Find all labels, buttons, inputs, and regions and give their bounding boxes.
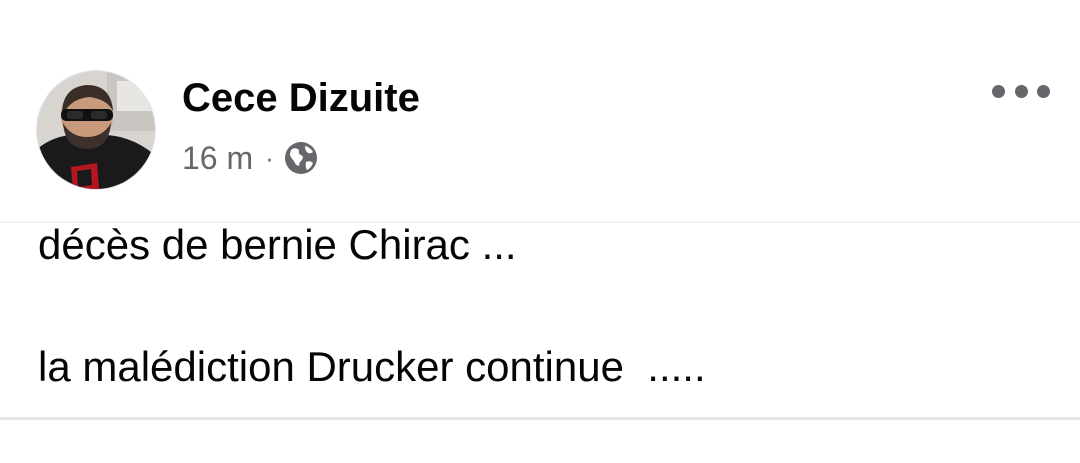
more-options-icon[interactable] [992,76,1050,106]
facebook-post: Cece Dizuite 16 m · décès de bernie Chir… [0,0,1080,463]
post-footer-area [0,420,1080,463]
more-dot [1037,84,1050,98]
more-dot [1014,84,1028,98]
globe-icon [284,141,318,175]
author-avatar[interactable] [36,70,156,190]
post-text: décès de bernie Chirac ... la malédictio… [38,222,1038,390]
avatar-photo [37,71,155,189]
post-text-line: décès de bernie Chirac ... [38,221,517,268]
more-dot [992,84,1005,98]
meta-separator: · [265,143,274,173]
post-timestamp[interactable]: 16 m [182,140,253,177]
post-meta: 16 m · [182,139,318,177]
post-text-line: la malédiction Drucker continue ..... [38,343,706,390]
author-name[interactable]: Cece Dizuite [182,74,420,122]
